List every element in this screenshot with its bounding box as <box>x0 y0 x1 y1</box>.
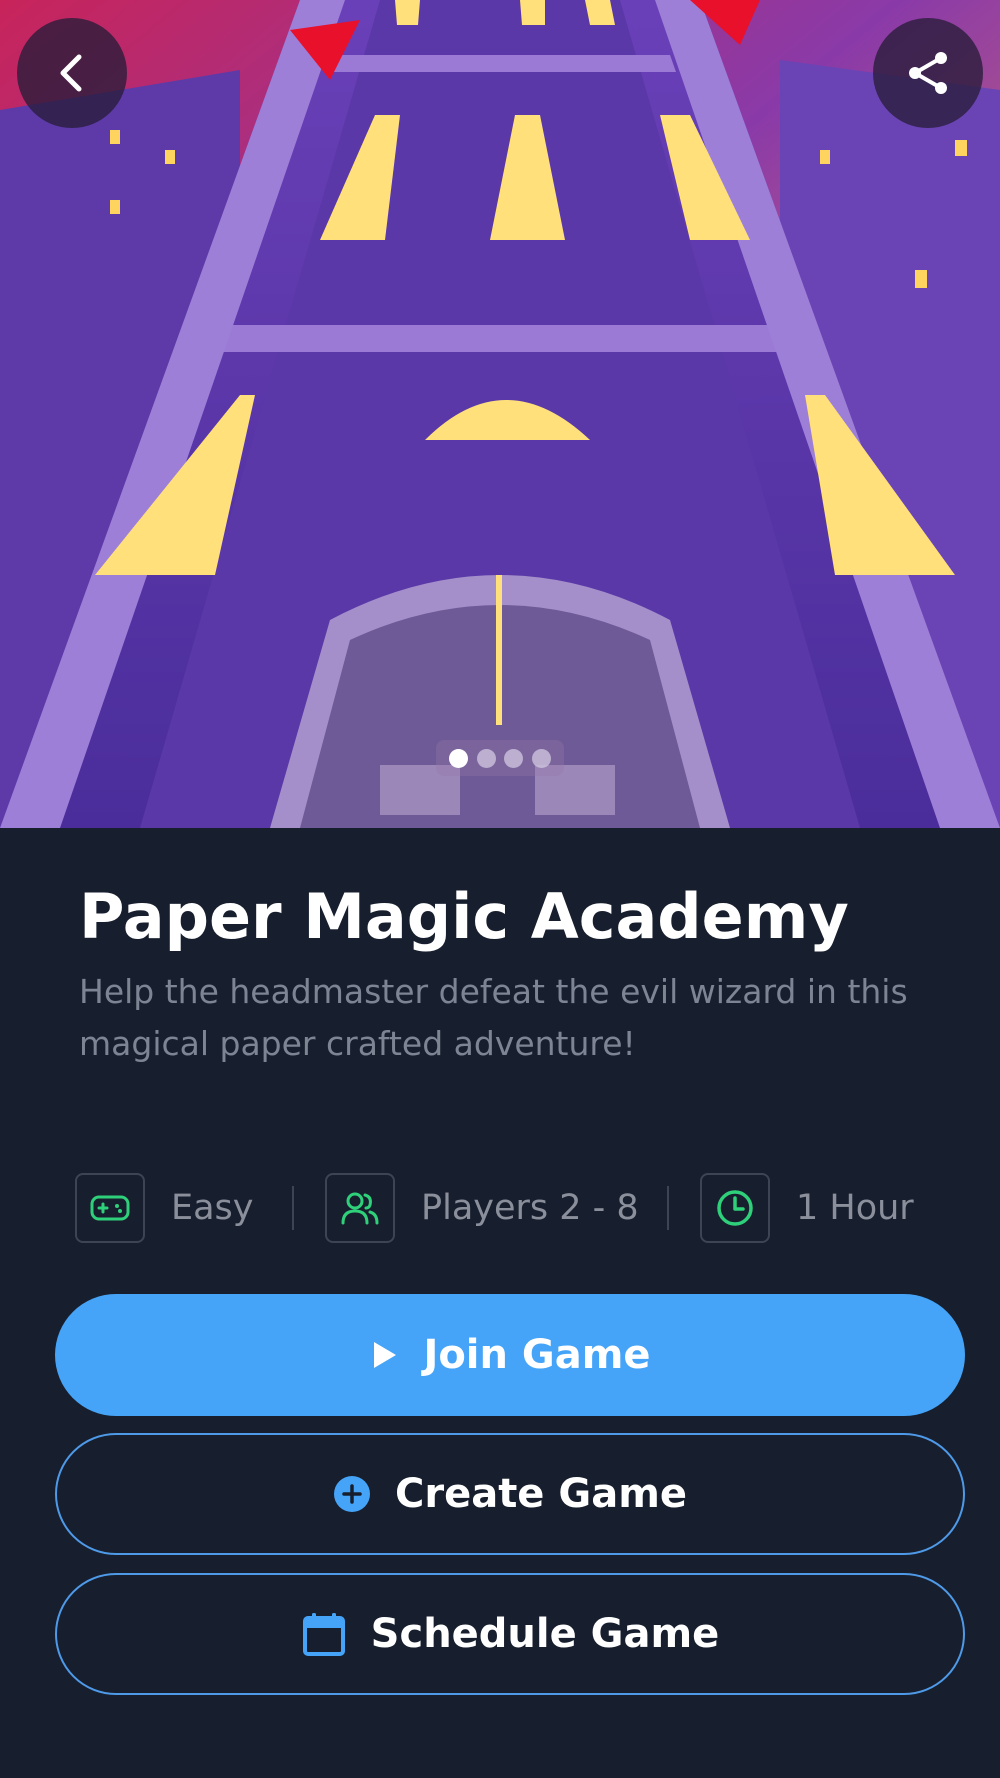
carousel-dot[interactable] <box>504 748 524 768</box>
players-label: Players 2 - 8 <box>421 1188 639 1228</box>
game-details: Paper Magic Academy Help the headmaster … <box>0 828 1000 1778</box>
hero-image <box>0 0 1000 828</box>
users-icon <box>325 1173 395 1243</box>
carousel-dot[interactable] <box>476 748 496 768</box>
share-button[interactable] <box>873 18 983 128</box>
join-game-label: Join Game <box>423 1332 651 1378</box>
create-game-button[interactable]: Create Game <box>55 1433 965 1555</box>
schedule-game-label: Schedule Game <box>370 1611 720 1657</box>
schedule-game-button[interactable]: Schedule Game <box>55 1573 965 1695</box>
chevron-left-icon <box>60 54 82 92</box>
duration-meta: 1 Hour <box>700 1172 914 1244</box>
gamepad-icon <box>75 1173 145 1243</box>
game-title: Paper Magic Academy <box>79 880 849 953</box>
clock-icon <box>700 1173 770 1243</box>
game-description: Help the headmaster defeat the evil wiza… <box>79 972 908 1063</box>
join-game-button[interactable]: Join Game <box>55 1294 965 1416</box>
carousel-indicator <box>436 740 564 776</box>
difficulty-label: Easy <box>171 1188 254 1228</box>
castle-illustration <box>0 0 1000 828</box>
back-button[interactable] <box>17 18 127 128</box>
difficulty-meta: Easy <box>75 1172 254 1244</box>
players-meta: Players 2 - 8 <box>325 1172 639 1244</box>
carousel-dot[interactable] <box>532 748 552 768</box>
meta-divider <box>292 1186 294 1230</box>
play-icon <box>374 1342 397 1368</box>
duration-label: 1 Hour <box>796 1188 914 1228</box>
meta-divider <box>667 1186 669 1230</box>
calendar-icon <box>302 1613 345 1656</box>
plus-circle-icon <box>333 1476 370 1512</box>
game-meta-row: Easy Players 2 - 8 1 Hour <box>75 1172 955 1244</box>
carousel-dot[interactable] <box>448 748 468 768</box>
create-game-label: Create Game <box>394 1471 687 1517</box>
share-icon <box>909 52 947 94</box>
